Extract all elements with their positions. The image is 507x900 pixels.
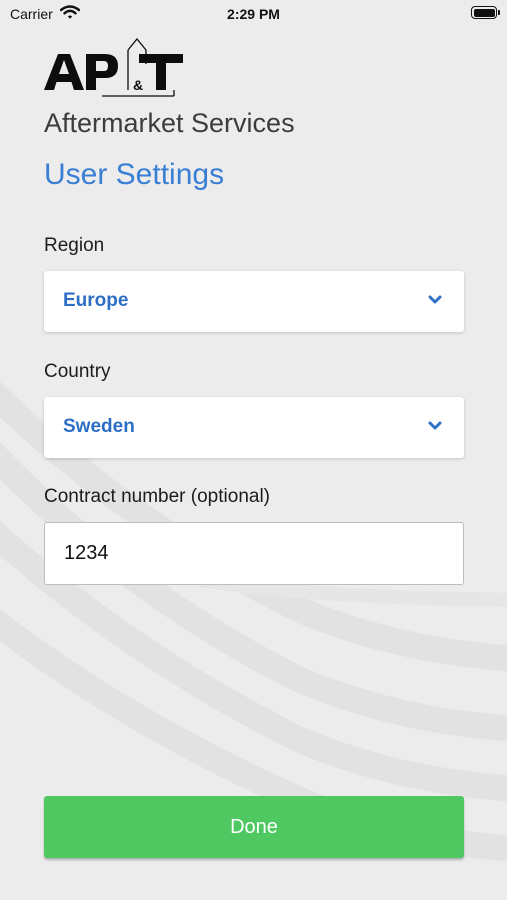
svg-text:&: &: [133, 77, 143, 93]
region-value: Europe: [63, 290, 129, 311]
done-button[interactable]: Done: [44, 796, 464, 858]
page-title: User Settings: [44, 158, 225, 191]
region-label: Region: [44, 235, 105, 256]
region-select[interactable]: Europe: [44, 271, 464, 332]
settings-screen: & Aftermarket Services User Settings Reg…: [0, 0, 507, 900]
chevron-down-icon: [428, 421, 442, 430]
app-subtitle: Aftermarket Services: [44, 108, 295, 138]
status-time: 2:29 PM: [227, 6, 280, 22]
status-bar: Carrier 2:29 PM: [0, 0, 507, 28]
apt-logo: &: [44, 38, 183, 97]
country-select[interactable]: Sweden: [44, 397, 464, 458]
country-label: Country: [44, 361, 111, 382]
chevron-down-icon: [428, 295, 442, 304]
battery-icon: [471, 6, 500, 19]
contract-label: Contract number (optional): [44, 486, 270, 507]
country-value: Sweden: [63, 416, 135, 437]
contract-number-input[interactable]: [44, 522, 464, 585]
